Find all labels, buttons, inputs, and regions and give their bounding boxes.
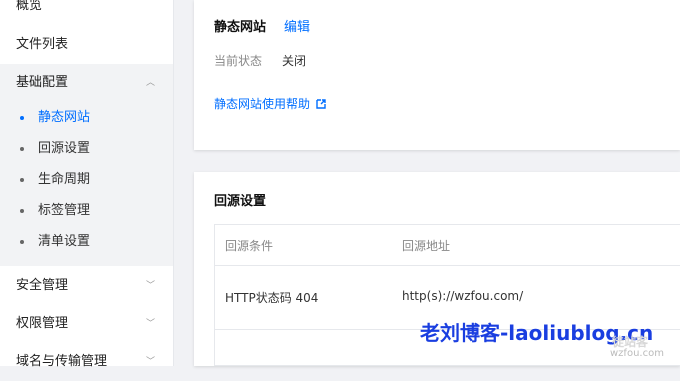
origin-settings-title: 回源设置 — [214, 194, 267, 209]
sidebar-item-basic-config[interactable]: 基础配置 ︿ — [0, 64, 173, 102]
sidebar-subitem-inventory[interactable]: 清单设置 — [0, 226, 173, 266]
sidebar-item-label: 权限管理 — [16, 316, 69, 331]
sidebar-subitem-label: 静态网站 — [38, 110, 91, 125]
chevron-up-icon: ︿ — [145, 78, 155, 88]
watermark-domain: wzfou.com — [610, 348, 664, 359]
sidebar-subitem-label: 生命周期 — [38, 172, 91, 187]
static-site-card: 静态网站 编辑 当前状态 关闭 静态网站使用帮助 — [194, 0, 680, 150]
sidebar-subitem-lifecycle[interactable]: 生命周期 — [0, 164, 173, 195]
sidebar-subitem-static-site[interactable]: 静态网站 — [0, 102, 173, 133]
cell-condition: HTTP状态码 404 — [225, 291, 319, 305]
chevron-down-icon: ﹀ — [145, 281, 155, 291]
help-link[interactable]: 静态网站使用帮助 — [214, 95, 326, 112]
bullet-icon — [20, 178, 24, 182]
column-header-condition: 回源条件 — [225, 239, 274, 253]
static-site-title: 静态网站 — [214, 20, 267, 35]
status-label: 当前状态 — [214, 54, 263, 68]
bullet-icon — [20, 209, 24, 213]
external-link-icon — [316, 98, 326, 109]
chevron-down-icon: ﹀ — [145, 319, 155, 329]
table-header: 回源条件 回源地址 — [215, 225, 680, 266]
edit-link[interactable]: 编辑 — [284, 16, 310, 35]
sidebar-item-label: 域名与传输管理 — [16, 354, 108, 369]
status-value: 关闭 — [282, 54, 307, 68]
sidebar-item-permissions[interactable]: 权限管理 ﹀ — [0, 305, 173, 343]
bullet-icon — [20, 240, 24, 244]
sidebar-item-overview[interactable]: 概览 — [0, 0, 173, 25]
sidebar: 概览 文件列表 基础配置 ︿ 静态网站 回源设置 生命周期 标签管理 清单设置 … — [0, 0, 174, 369]
sidebar-subitem-tags[interactable]: 标签管理 — [0, 195, 173, 226]
bullet-icon — [20, 116, 24, 120]
sidebar-item-domain-transfer[interactable]: 域名与传输管理 ﹀ — [0, 343, 173, 381]
column-header-address: 回源地址 — [402, 239, 451, 253]
sidebar-item-label: 基础配置 — [16, 75, 69, 90]
sidebar-item-label: 概览 — [16, 0, 43, 13]
sidebar-item-label: 安全管理 — [16, 278, 69, 293]
sidebar-item-security[interactable]: 安全管理 ﹀ — [0, 267, 173, 305]
sidebar-subitem-label: 清单设置 — [38, 234, 91, 249]
help-link-label: 静态网站使用帮助 — [214, 97, 311, 111]
sidebar-subitem-label: 标签管理 — [38, 203, 91, 218]
sidebar-item-label: 文件列表 — [16, 37, 69, 52]
cell-address: http(s)://wzfou.com/ — [402, 289, 524, 303]
sidebar-item-file-list[interactable]: 文件列表 — [0, 26, 173, 64]
sidebar-subitem-origin[interactable]: 回源设置 — [0, 133, 173, 164]
chevron-down-icon: ﹀ — [145, 357, 155, 367]
sidebar-subitem-label: 回源设置 — [38, 141, 91, 156]
bullet-icon — [20, 147, 24, 151]
